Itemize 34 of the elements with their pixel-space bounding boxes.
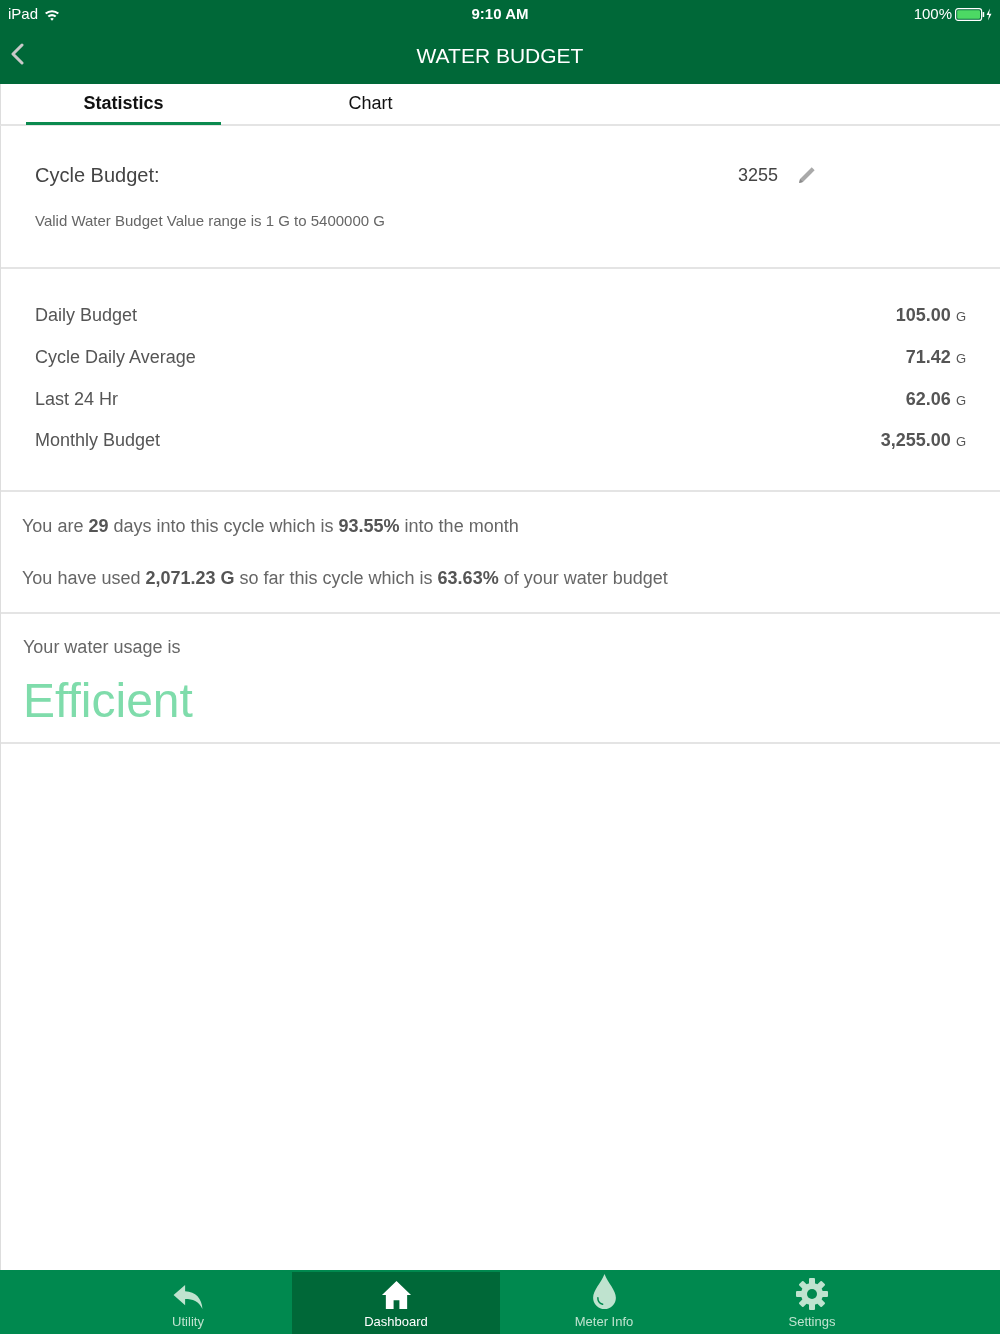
cycle-budget-label: Cycle Budget: [35, 163, 160, 188]
summary-sentence: You have used 2,071.23 G so far this cycle which is 63.63% of your water budget [22, 566, 669, 590]
battery-charging-icon [955, 7, 992, 21]
home-icon [380, 1279, 412, 1310]
unit-label: G [955, 433, 966, 452]
battery-percent: 100% [913, 3, 952, 24]
unit-label: G [955, 308, 966, 327]
back-button[interactable] [10, 43, 25, 65]
stat-value: 71.42 [905, 346, 951, 370]
chevron-left-icon [10, 43, 25, 65]
budget-range-hint: Valid Water Budget Value range is 1 G to 5400000 G [35, 211, 386, 231]
settings-icon [796, 1277, 828, 1310]
tab-bar-item[interactable]: Dashboard [292, 1272, 500, 1334]
carrier-label: iPad [8, 3, 39, 24]
stat-value: 62.06 [905, 387, 951, 411]
tab[interactable]: Chart [273, 84, 468, 125]
pencil-icon[interactable] [798, 166, 816, 184]
stat-value: 105.00 [895, 304, 951, 328]
stat-label: Last 24 Hr [35, 387, 119, 411]
stat-value: 3,255.00 [880, 429, 951, 453]
stat-label: Cycle Daily Average [35, 346, 196, 370]
clock-time: 9:10 AM [471, 3, 529, 24]
unit-label: G [955, 350, 966, 369]
tab[interactable]: Statistics [26, 84, 221, 125]
unit-label: G [955, 391, 966, 410]
stat-label: Monthly Budget [35, 429, 161, 453]
summary-sentence: You are 29 days into this cycle which is 93.55% into the month [22, 514, 520, 538]
wifi-icon [44, 7, 61, 21]
cycle-budget-value: 3255 [737, 163, 778, 187]
stat-label: Daily Budget [35, 304, 138, 328]
usage-label: Your water usage is [23, 635, 182, 659]
reply-arrow-icon [172, 1283, 204, 1310]
screen-title: WATER BUDGET [416, 43, 584, 70]
usage-rating: Efficient [23, 674, 194, 728]
